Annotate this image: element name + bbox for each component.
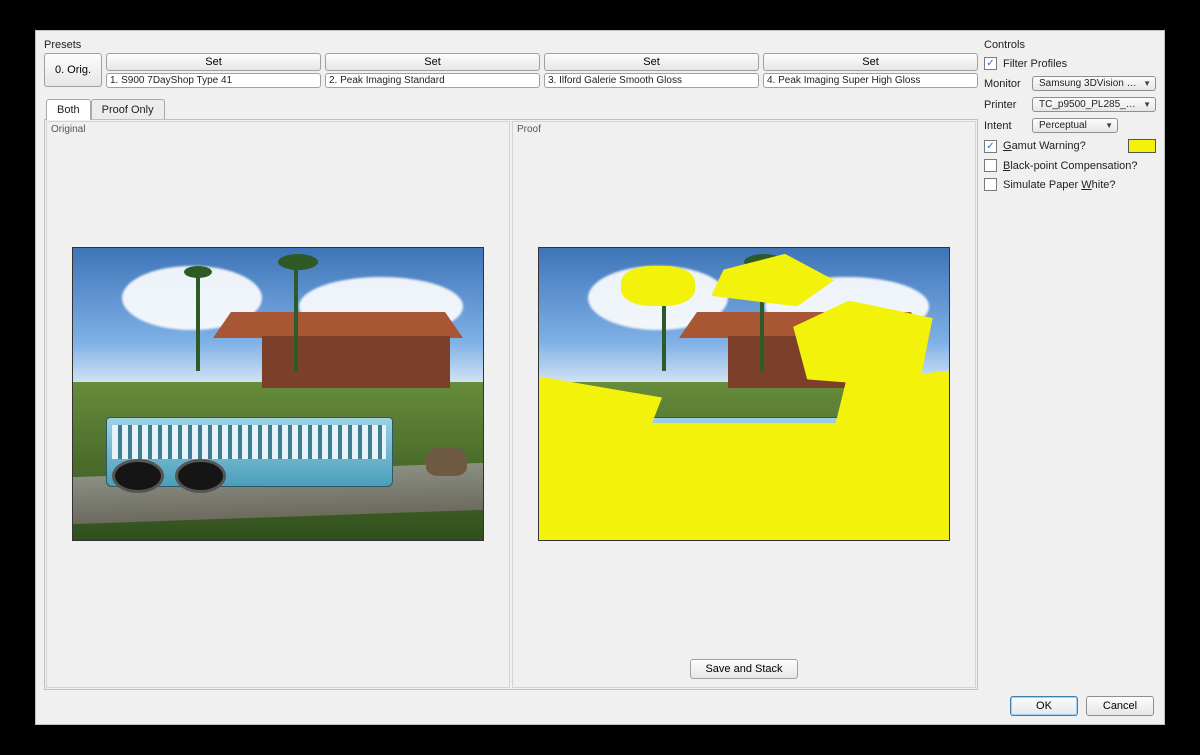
tab-proof-only[interactable]: Proof Only: [91, 99, 165, 120]
preset-set-button-3[interactable]: Set: [544, 53, 759, 71]
bpc-checkbox[interactable]: [984, 159, 997, 172]
printer-dropdown[interactable]: TC_p9500_PL285_2880_2 ▼: [1032, 97, 1156, 112]
intent-value: Perceptual: [1039, 120, 1087, 131]
soft-proof-dialog: Presets 0. Orig. Set 1. S900 7DayShop Ty…: [35, 30, 1165, 725]
bpc-row: Black-point Compensation?: [984, 159, 1156, 172]
presets-label: Presets: [44, 39, 978, 51]
preset-set-button-2[interactable]: Set: [325, 53, 540, 71]
monitor-row: Monitor Samsung 3DVision (Spyder) ▼: [984, 76, 1156, 91]
printer-value: TC_p9500_PL285_2880_2: [1039, 99, 1139, 110]
preset-slot-2: Set 2. Peak Imaging Standard: [325, 53, 540, 88]
original-panel: Original: [46, 121, 510, 688]
controls-label: Controls: [984, 39, 1156, 51]
save-and-stack-button[interactable]: Save and Stack: [690, 659, 797, 679]
tab-both[interactable]: Both: [46, 99, 91, 120]
filter-profiles-label: Filter Profiles: [1003, 58, 1067, 70]
bpc-label: Black-point Compensation?: [1003, 160, 1138, 172]
monitor-label: Monitor: [984, 78, 1026, 90]
gamut-warning-label: Gamut Warning?: [1003, 140, 1086, 152]
chevron-down-icon: ▼: [1143, 79, 1151, 88]
original-image: [72, 247, 484, 541]
preset-name-2: 2. Peak Imaging Standard: [325, 73, 540, 88]
gamut-warning-swatch[interactable]: [1128, 139, 1156, 153]
controls-pane: Controls ✓ Filter Profiles Monitor Samsu…: [984, 39, 1156, 690]
preset-slot-3: Set 3. Ilford Galerie Smooth Gloss: [544, 53, 759, 88]
left-pane: Presets 0. Orig. Set 1. S900 7DayShop Ty…: [44, 39, 978, 690]
preset-name-1: 1. S900 7DayShop Type 41: [106, 73, 321, 88]
proof-canvas-wrap: [513, 137, 975, 651]
preset-set-button-4[interactable]: Set: [763, 53, 978, 71]
gamut-warning-checkbox[interactable]: ✓: [984, 140, 997, 153]
chevron-down-icon: ▼: [1105, 121, 1113, 130]
filter-profiles-checkbox[interactable]: ✓: [984, 57, 997, 70]
preset-name-3: 3. Ilford Galerie Smooth Gloss: [544, 73, 759, 88]
gamut-warning-row: ✓ Gamut Warning?: [984, 139, 1156, 153]
original-label: Original: [47, 122, 509, 137]
preset-slot-4: Set 4. Peak Imaging Super High Gloss: [763, 53, 978, 88]
preset-slot-1: Set 1. S900 7DayShop Type 41: [106, 53, 321, 88]
monitor-value: Samsung 3DVision (Spyder): [1039, 78, 1139, 89]
intent-label: Intent: [984, 120, 1026, 132]
original-canvas-wrap: [47, 137, 509, 687]
monitor-dropdown[interactable]: Samsung 3DVision (Spyder) ▼: [1032, 76, 1156, 91]
ok-button[interactable]: OK: [1010, 696, 1078, 716]
simulate-white-row: Simulate Paper White?: [984, 178, 1156, 191]
compare-panel: Original: [44, 119, 978, 690]
intent-dropdown[interactable]: Perceptual ▼: [1032, 118, 1118, 133]
simulate-white-label: Simulate Paper White?: [1003, 179, 1116, 191]
cancel-button[interactable]: Cancel: [1086, 696, 1154, 716]
presets-group: Presets 0. Orig. Set 1. S900 7DayShop Ty…: [44, 39, 978, 88]
presets-row: 0. Orig. Set 1. S900 7DayShop Type 41 Se…: [44, 53, 978, 88]
dialog-content: Presets 0. Orig. Set 1. S900 7DayShop Ty…: [36, 31, 1164, 690]
preset-orig-button[interactable]: 0. Orig.: [44, 53, 102, 87]
intent-row: Intent Perceptual ▼: [984, 118, 1156, 133]
printer-label: Printer: [984, 99, 1026, 111]
preset-orig-col: 0. Orig.: [44, 53, 102, 88]
simulate-white-checkbox[interactable]: [984, 178, 997, 191]
proof-panel: Proof: [512, 121, 976, 688]
chevron-down-icon: ▼: [1143, 100, 1151, 109]
proof-image: [538, 247, 950, 541]
proof-label: Proof: [513, 122, 975, 137]
preset-set-button-1[interactable]: Set: [106, 53, 321, 71]
filter-profiles-row: ✓ Filter Profiles: [984, 57, 1156, 70]
dialog-buttons: OK Cancel: [36, 690, 1164, 724]
view-tabs: Both Proof Only: [46, 98, 978, 119]
printer-row: Printer TC_p9500_PL285_2880_2 ▼: [984, 97, 1156, 112]
preset-name-4: 4. Peak Imaging Super High Gloss: [763, 73, 978, 88]
